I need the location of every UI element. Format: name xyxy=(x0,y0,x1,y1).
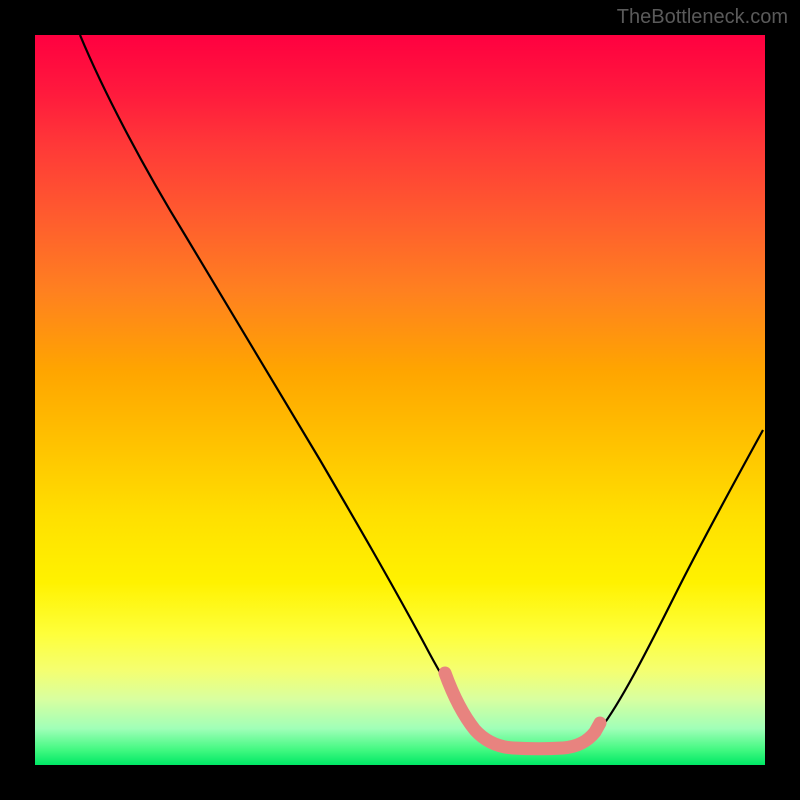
chart-svg xyxy=(35,35,765,765)
plot-area xyxy=(35,35,765,765)
watermark-text: TheBottleneck.com xyxy=(617,6,788,29)
main-curve xyxy=(80,35,763,747)
pink-overlay xyxy=(445,673,600,749)
